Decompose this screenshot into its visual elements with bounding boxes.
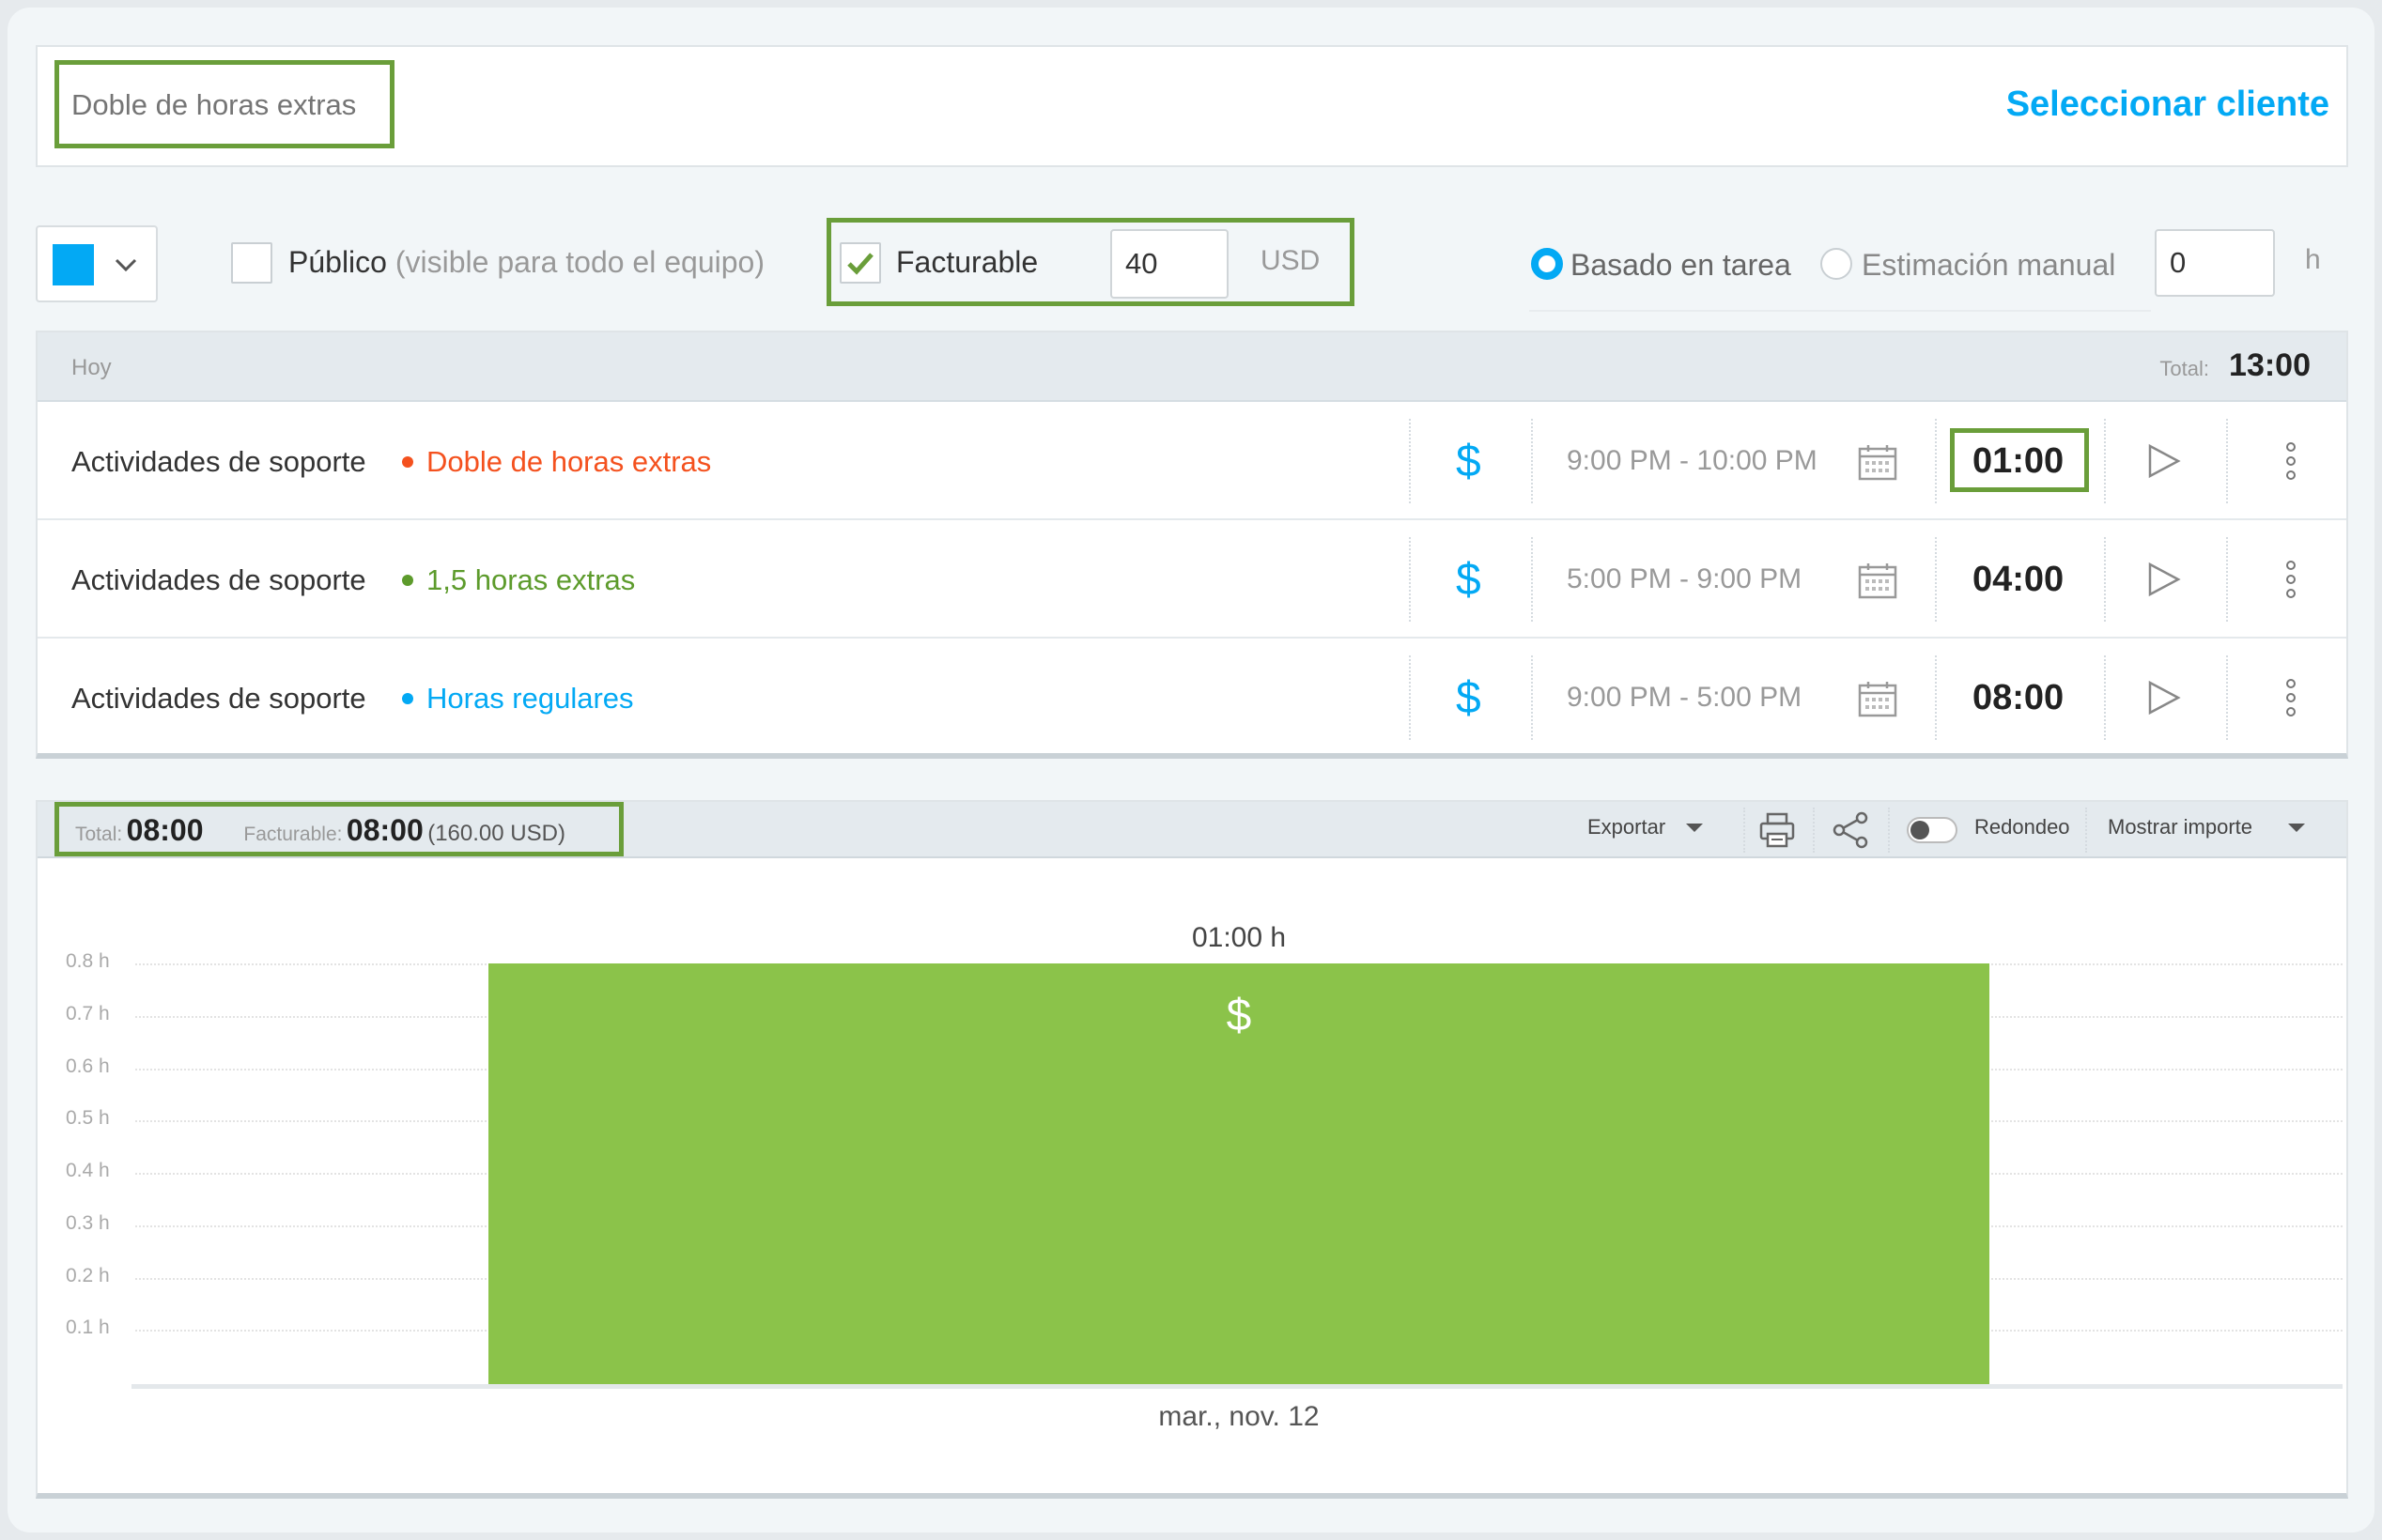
more-vertical-icon[interactable] <box>2284 678 2297 717</box>
highlight-report-totals <box>54 802 624 856</box>
divider <box>2085 808 2087 853</box>
estimate-underline <box>1529 310 2151 312</box>
play-icon[interactable] <box>2147 680 2181 716</box>
show-amount-dropdown[interactable]: Mostrar importe <box>2108 815 2307 839</box>
more-vertical-icon[interactable] <box>2284 560 2297 599</box>
divider <box>1409 655 1411 740</box>
estimate-unit: h <box>2305 244 2321 275</box>
entry-description[interactable]: Actividades de soporte <box>71 563 366 597</box>
group-total-value: 13:00 <box>2229 347 2311 383</box>
billable-checkbox[interactable] <box>840 242 881 284</box>
y-tick-label: 0.3 h <box>66 1211 110 1234</box>
billable-label: Facturable <box>896 245 1039 279</box>
caret-down-icon <box>2288 824 2306 832</box>
entry-description[interactable]: Actividades de soporte <box>71 682 366 716</box>
public-label: Público (visible para todo el equipo) <box>288 245 765 280</box>
entry-duration[interactable]: 04:00 <box>1972 560 2064 600</box>
divider <box>1935 537 1937 622</box>
divider <box>1409 537 1411 622</box>
highlight-duration <box>1950 428 2089 492</box>
y-tick-label: 0.5 h <box>66 1107 110 1130</box>
rounding-label: Redondeo <box>1974 815 2070 839</box>
bar-data-label: 01:00 h <box>1191 922 1287 953</box>
bar-dollar-icon: $ <box>1226 991 1252 1040</box>
divider <box>1935 419 1937 503</box>
play-icon[interactable] <box>2147 562 2181 597</box>
entry-duration[interactable]: 08:00 <box>1972 678 2064 718</box>
public-label-text: Público <box>288 245 387 279</box>
caret-down-icon <box>1686 824 1704 832</box>
divider <box>2226 655 2228 740</box>
divider <box>1531 419 1533 503</box>
entry-time-range[interactable]: 5:00 PM - 9:00 PM <box>1567 563 1802 595</box>
table-header: Hoy Total: 13:00 <box>38 332 2346 402</box>
print-icon[interactable] <box>1758 811 1796 849</box>
chevron-down-icon <box>115 258 137 272</box>
entry-time-range[interactable]: 9:00 PM - 10:00 PM <box>1567 445 1817 477</box>
divider <box>2104 655 2106 740</box>
report-panel: Total: 08:00 Facturable: 08:00 (160.00 U… <box>36 800 2348 1499</box>
group-total-label: Total: <box>2159 357 2209 380</box>
export-dropdown[interactable]: Exportar <box>1587 815 1705 839</box>
y-tick-label: 0.7 h <box>66 1002 110 1024</box>
y-tick-label: 0.6 h <box>66 1055 110 1077</box>
public-checkbox[interactable] <box>231 242 272 284</box>
more-vertical-icon[interactable] <box>2284 441 2297 481</box>
estimate-input[interactable] <box>2155 229 2275 297</box>
show-amount-label: Mostrar importe <box>2108 815 2253 839</box>
radio-task-based-label: Basado en tarea <box>1570 248 1791 282</box>
color-picker-button[interactable] <box>36 225 158 302</box>
y-tick-label: 0.8 h <box>66 950 110 972</box>
divider <box>1743 808 1745 853</box>
radio-manual-estimate-label: Estimación manual <box>1862 248 2116 282</box>
divider <box>2226 537 2228 622</box>
export-label: Exportar <box>1587 815 1666 839</box>
entry-description[interactable]: Actividades de soporte <box>71 445 366 479</box>
y-tick-label: 0.1 h <box>66 1317 110 1339</box>
highlight-name-input <box>54 60 394 148</box>
divider <box>2104 537 2106 622</box>
calendar-icon[interactable] <box>1858 562 1897 599</box>
billable-dollar-icon[interactable]: $ <box>1456 554 1481 606</box>
divider <box>1531 655 1533 740</box>
task-color-dot <box>402 693 413 704</box>
divider <box>1531 537 1533 622</box>
entry-task[interactable]: Doble de horas extras <box>426 445 711 479</box>
table-row[interactable]: Actividades de soporte Horas regulares $… <box>38 639 2346 757</box>
y-tick-label: 0.2 h <box>66 1264 110 1286</box>
y-tick-label: 0.4 h <box>66 1160 110 1181</box>
entry-task[interactable]: 1,5 horas extras <box>426 563 635 597</box>
share-icon[interactable] <box>1832 811 1869 849</box>
group-label: Hoy <box>71 355 112 380</box>
billable-dollar-icon[interactable]: $ <box>1456 436 1481 487</box>
radio-manual-estimate[interactable] <box>1820 248 1852 280</box>
task-color-dot <box>402 575 413 586</box>
currency-label: USD <box>1261 245 1321 276</box>
divider <box>1409 419 1411 503</box>
select-client-link[interactable]: Seleccionar cliente <box>2006 85 2329 125</box>
x-axis <box>131 1384 2343 1389</box>
entry-task[interactable]: Horas regulares <box>426 682 634 716</box>
public-hint: (visible para todo el equipo) <box>394 245 765 279</box>
rounding-toggle[interactable] <box>1907 817 1957 843</box>
hourly-rate-input[interactable] <box>1110 229 1229 299</box>
billable-dollar-icon[interactable]: $ <box>1456 672 1481 724</box>
play-icon[interactable] <box>2147 443 2181 479</box>
entry-time-range[interactable]: 9:00 PM - 5:00 PM <box>1567 682 1802 714</box>
calendar-icon[interactable] <box>1858 680 1897 717</box>
divider <box>1935 655 1937 740</box>
divider <box>2104 419 2106 503</box>
check-icon <box>847 253 874 275</box>
task-color-dot <box>402 456 413 468</box>
divider <box>1888 808 1890 853</box>
divider <box>1813 808 1815 853</box>
calendar-icon[interactable] <box>1858 443 1897 481</box>
divider <box>2226 419 2228 503</box>
table-row[interactable]: Actividades de soporte 1,5 horas extras … <box>38 520 2346 639</box>
x-tick-label: mar., nov. 12 <box>1158 1401 1320 1432</box>
time-entries-table: Hoy Total: 13:00 Actividades de soporte … <box>36 331 2348 759</box>
radio-task-based[interactable] <box>1531 248 1563 280</box>
color-swatch <box>53 244 94 285</box>
